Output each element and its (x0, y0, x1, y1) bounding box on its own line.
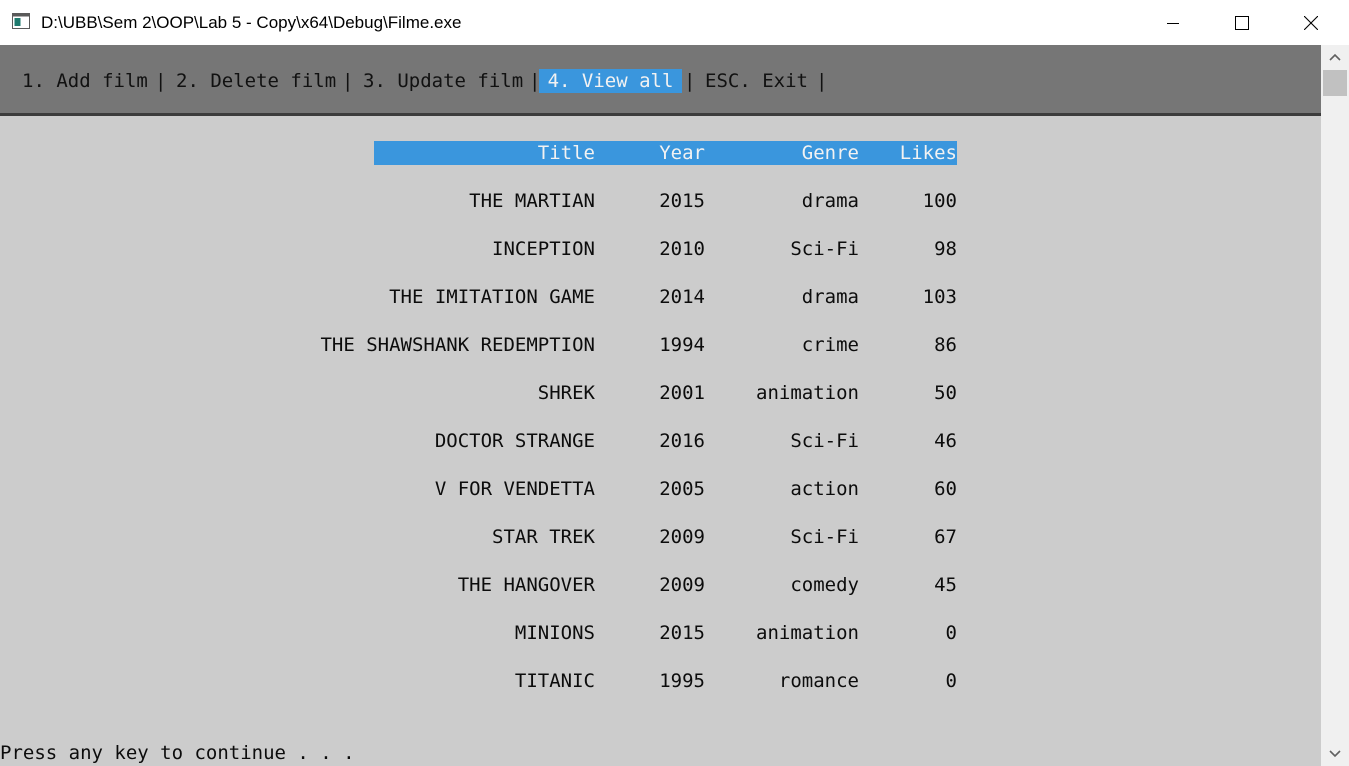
cell-year: 2005 (659, 478, 705, 500)
console-output: 1. Add film | 2. Delete film | 3. Update… (0, 45, 1321, 766)
cell-likes: 86 (934, 334, 957, 356)
cell-title: STAR TREK (492, 526, 595, 548)
cell-title: INCEPTION (492, 238, 595, 260)
cell-genre: comedy (790, 574, 859, 596)
cell-likes: 45 (934, 574, 957, 596)
header-year: Year (659, 142, 705, 164)
scroll-down-button[interactable] (1321, 742, 1349, 766)
cell-year: 2009 (659, 574, 705, 596)
cell-likes: 98 (934, 238, 957, 260)
cell-year: 2010 (659, 238, 705, 260)
cell-year: 2014 (659, 286, 705, 308)
table-row: DOCTOR STRANGE 2016 Sci-Fi 46 (374, 429, 957, 453)
table-row: THE MARTIAN 2015 drama 100 (374, 189, 957, 213)
cell-year: 2001 (659, 382, 705, 404)
table-row: V FOR VENDETTA 2005 action 60 (374, 477, 957, 501)
cell-likes: 0 (945, 670, 957, 692)
table-row: THE SHAWSHANK REDEMPTION 1994 crime 86 (320, 333, 957, 357)
cell-genre: drama (801, 286, 859, 308)
cell-title: THE MARTIAN (469, 190, 595, 212)
console-app-icon (12, 13, 30, 29)
cell-genre: drama (801, 190, 859, 212)
cell-genre: animation (756, 382, 859, 404)
cell-genre: Sci-Fi (790, 430, 859, 452)
chevron-down-icon (1329, 750, 1341, 758)
minimize-button[interactable] (1138, 0, 1207, 45)
cell-title: THE SHAWSHANK REDEMPTION (320, 334, 595, 356)
cell-title: SHREK (537, 382, 595, 404)
cell-title: TITANIC (514, 670, 595, 692)
table-row: THE IMITATION GAME 2014 drama 103 (374, 285, 957, 309)
cell-title: THE IMITATION GAME (389, 286, 595, 308)
table-row: THE HANGOVER 2009 comedy 45 (374, 573, 957, 597)
menu-item-exit[interactable]: ESC. Exit (705, 69, 808, 93)
menu-bar: 1. Add film | 2. Delete film | 3. Update… (0, 45, 1321, 116)
menu-item-add-film[interactable]: 1. Add film (22, 69, 148, 93)
menu-separator: | (684, 70, 696, 92)
cell-genre: Sci-Fi (790, 526, 859, 548)
cell-likes: 100 (922, 190, 957, 212)
table-row: STAR TREK 2009 Sci-Fi 67 (374, 525, 957, 549)
table-row: SHREK 2001 animation 50 (374, 381, 957, 405)
cell-title: V FOR VENDETTA (434, 478, 595, 500)
cell-year: 1994 (659, 334, 705, 356)
cell-title: DOCTOR STRANGE (434, 430, 595, 452)
cell-genre: romance (778, 670, 859, 692)
title-bar[interactable]: D:\UBB\Sem 2\OOP\Lab 5 - Copy\x64\Debug\… (0, 0, 1349, 45)
cell-year: 2015 (659, 190, 705, 212)
cell-genre: animation (756, 622, 859, 644)
cell-likes: 50 (934, 382, 957, 404)
cell-year: 2015 (659, 622, 705, 644)
cell-genre: Sci-Fi (790, 238, 859, 260)
minimize-icon (1166, 22, 1179, 24)
chevron-up-icon (1329, 53, 1341, 61)
cell-genre: crime (801, 334, 859, 356)
menu-separator: | (342, 70, 354, 92)
maximize-icon (1234, 15, 1249, 30)
menu-item-update-film[interactable]: 3. Update film (363, 69, 523, 93)
close-icon (1303, 15, 1318, 30)
table-row: MINIONS 2015 animation 0 (374, 621, 957, 645)
header-likes: Likes (899, 142, 957, 164)
header-title: Title (537, 142, 595, 164)
table-row: TITANIC 1995 romance 0 (374, 669, 957, 693)
scroll-thumb[interactable] (1323, 70, 1347, 96)
cell-title: THE HANGOVER (457, 574, 595, 596)
cell-likes: 67 (934, 526, 957, 548)
table-header: Title Year Genre Likes (374, 141, 957, 165)
scroll-up-button[interactable] (1321, 45, 1349, 69)
cell-likes: 0 (945, 622, 957, 644)
cell-likes: 46 (934, 430, 957, 452)
cell-year: 2016 (659, 430, 705, 452)
cell-year: 2009 (659, 526, 705, 548)
menu-item-view-all[interactable]: 4. View all (539, 69, 682, 93)
menu-separator: | (155, 70, 167, 92)
maximize-button[interactable] (1207, 0, 1276, 45)
header-genre: Genre (801, 142, 859, 164)
cell-likes: 103 (922, 286, 957, 308)
cell-genre: action (790, 478, 859, 500)
vertical-scrollbar[interactable] (1321, 45, 1349, 766)
cell-year: 1995 (659, 670, 705, 692)
menu-separator: | (816, 70, 828, 92)
continue-prompt: Press any key to continue . . . (0, 742, 355, 764)
close-button[interactable] (1276, 0, 1345, 45)
table-row: INCEPTION 2010 Sci-Fi 98 (374, 237, 957, 261)
cell-title: MINIONS (514, 622, 595, 644)
window-title: D:\UBB\Sem 2\OOP\Lab 5 - Copy\x64\Debug\… (41, 13, 462, 32)
cell-likes: 60 (934, 478, 957, 500)
menu-item-delete-film[interactable]: 2. Delete film (176, 69, 336, 93)
